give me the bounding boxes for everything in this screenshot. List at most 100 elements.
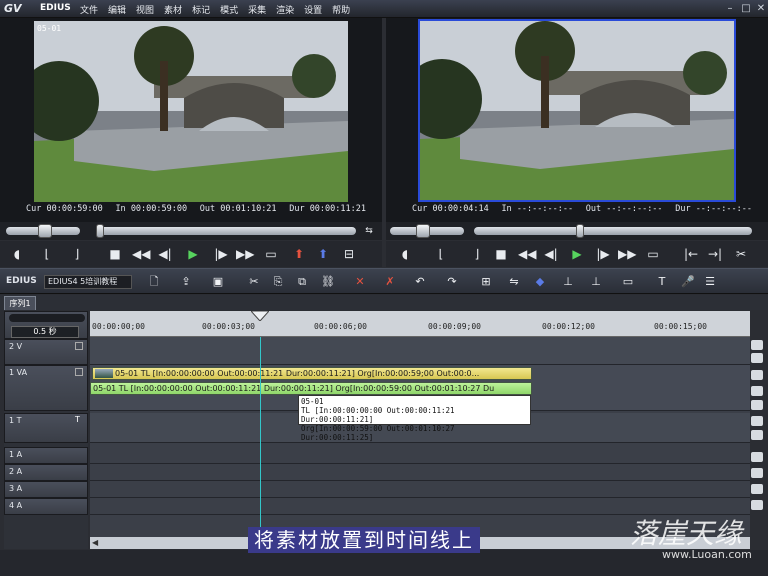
track-expand-button[interactable]	[751, 386, 763, 396]
menu-file[interactable]: 文件	[80, 3, 98, 16]
project-name-field[interactable]: EDIUS4 5培训教程	[44, 275, 132, 289]
next-edit-icon[interactable]: →|	[706, 246, 724, 262]
track-header-2a[interactable]: 2 A	[4, 464, 88, 481]
track-lock-icon[interactable]	[75, 342, 83, 350]
player-position-slider[interactable]	[96, 227, 356, 235]
marker-icon[interactable]: ⊥	[588, 275, 604, 289]
menu-marker[interactable]: 标记	[192, 3, 210, 16]
link-icon[interactable]: ⛓	[320, 275, 336, 289]
mark-out-icon[interactable]: ⌋	[68, 246, 86, 262]
track-header-1a[interactable]: 1 A	[4, 447, 88, 464]
menu-settings[interactable]: 设置	[304, 3, 322, 16]
tab-sequence-1[interactable]: 序列1	[4, 296, 36, 310]
track-expand-button[interactable]	[751, 484, 763, 494]
timescale-value[interactable]: 0.5 秒	[11, 326, 79, 338]
loop-icon[interactable]: ⇆	[360, 223, 378, 239]
lane-1a[interactable]	[90, 447, 750, 464]
fast-forward-icon[interactable]: ▶▶	[618, 246, 636, 262]
preview-icon[interactable]: ⊟	[340, 246, 358, 262]
loop-play-icon[interactable]: ▭	[262, 246, 280, 262]
set-in-icon[interactable]: ◖	[8, 246, 26, 262]
recorder-shuttle-handle[interactable]	[416, 224, 430, 238]
mark-out-icon[interactable]: ⌋	[468, 246, 486, 262]
lane-2v[interactable]	[90, 337, 750, 365]
title-icon[interactable]: T	[654, 275, 670, 289]
play-icon[interactable]: ▶	[568, 246, 586, 262]
step-forward-icon[interactable]: |▶	[594, 246, 612, 262]
play-icon[interactable]: ▶	[184, 246, 202, 262]
insert-mode-icon[interactable]: ⊞	[478, 275, 494, 289]
stop-icon[interactable]: ■	[492, 246, 510, 262]
stop-icon[interactable]: ■	[106, 246, 124, 262]
track-expand-button[interactable]	[751, 340, 763, 350]
menu-help[interactable]: 帮助	[332, 3, 350, 16]
mark-in-icon[interactable]: ⌊	[432, 246, 450, 262]
render-icon[interactable]: ▭	[620, 275, 636, 289]
track-header-2v[interactable]: 2 V	[4, 339, 88, 365]
scissors-icon[interactable]: ✂	[732, 246, 750, 262]
menu-render[interactable]: 渲染	[276, 3, 294, 16]
track-expand-button[interactable]	[751, 353, 763, 363]
minimize-icon[interactable]: –	[724, 3, 736, 15]
menu-clip[interactable]: 素材	[164, 3, 182, 16]
track-expand-button[interactable]	[751, 500, 763, 510]
step-forward-icon[interactable]: |▶	[212, 246, 230, 262]
rewind-icon[interactable]: ◀◀	[132, 246, 150, 262]
track-expand-button[interactable]	[751, 400, 763, 410]
recorder-position-handle[interactable]	[576, 224, 584, 238]
ripple-mode-icon[interactable]: ⇋	[506, 275, 522, 289]
open-project-icon[interactable]: ⇪	[178, 275, 194, 289]
fast-forward-icon[interactable]: ▶▶	[236, 246, 254, 262]
set-in-icon[interactable]: ◖	[396, 246, 414, 262]
insert-to-timeline-icon[interactable]: ⬆	[290, 246, 308, 262]
save-icon[interactable]: ▣	[210, 275, 226, 289]
menu-view[interactable]: 视图	[136, 3, 154, 16]
track-header-1va[interactable]: 1 VA	[4, 365, 88, 411]
player-position-handle[interactable]	[96, 224, 104, 238]
new-sequence-icon[interactable]: 🗋	[146, 275, 162, 289]
player-shuttle-handle[interactable]	[38, 224, 52, 238]
track-expand-button[interactable]	[751, 452, 763, 462]
mark-in-icon[interactable]: ⌊	[38, 246, 56, 262]
rewind-icon[interactable]: ◀◀	[518, 246, 536, 262]
audio-clip[interactable]: 05-01 TL [In:00:00:00:00 Out:00:00:11:21…	[90, 382, 532, 395]
cut-icon[interactable]: ✂	[246, 275, 262, 289]
video-clip[interactable]: 05-01 TL [In:00:00:00:00 Out:00:00:11:21…	[92, 367, 532, 380]
track-expand-button[interactable]	[751, 370, 763, 380]
prev-edit-icon[interactable]: |←	[682, 246, 700, 262]
redo-icon[interactable]: ↷	[444, 275, 460, 289]
ripple-delete-icon[interactable]: ✗	[382, 275, 398, 289]
track-expand-button[interactable]	[751, 430, 763, 440]
track-lock-icon[interactable]	[75, 368, 83, 376]
playhead-marker-icon[interactable]	[251, 311, 269, 321]
loop-play-icon[interactable]: ▭	[644, 246, 662, 262]
menu-mode[interactable]: 模式	[220, 3, 238, 16]
time-ruler[interactable]: 00:00:00;00 00:00:03;00 00:00:06;00 00:0…	[90, 311, 750, 337]
track-header-3a[interactable]: 3 A	[4, 481, 88, 498]
maximize-icon[interactable]: □	[740, 3, 752, 15]
audio-mixer-icon[interactable]: ☰	[702, 275, 718, 289]
menu-capture[interactable]: 采集	[248, 3, 266, 16]
track-expand-button[interactable]	[751, 416, 763, 426]
lane-2a[interactable]	[90, 464, 750, 481]
menu-edit[interactable]: 编辑	[108, 3, 126, 16]
timescale-slider[interactable]	[9, 314, 85, 322]
step-back-icon[interactable]: ◀|	[542, 246, 560, 262]
copy-icon[interactable]: ⎘	[270, 275, 286, 289]
undo-icon[interactable]: ↶	[412, 275, 428, 289]
voice-over-icon[interactable]: 🎤	[680, 275, 696, 289]
track-header-4a[interactable]: 4 A	[4, 498, 88, 515]
paste-icon[interactable]: ⧉	[294, 275, 310, 289]
track-header-1t[interactable]: 1 T T	[4, 413, 88, 443]
track-expand-button[interactable]	[751, 468, 763, 478]
snap-icon[interactable]: ⊥	[560, 275, 576, 289]
delete-icon[interactable]: ✕	[352, 275, 368, 289]
scroll-left-icon[interactable]: ◀	[92, 538, 102, 548]
lane-3a[interactable]	[90, 481, 750, 498]
close-icon[interactable]: ✕	[755, 3, 767, 15]
recorder-position-slider[interactable]	[474, 227, 752, 235]
playhead-line[interactable]	[260, 337, 261, 549]
overwrite-to-timeline-icon[interactable]: ⬆	[314, 246, 332, 262]
sync-lock-icon[interactable]: ◆	[532, 275, 548, 289]
step-back-icon[interactable]: ◀|	[156, 246, 174, 262]
